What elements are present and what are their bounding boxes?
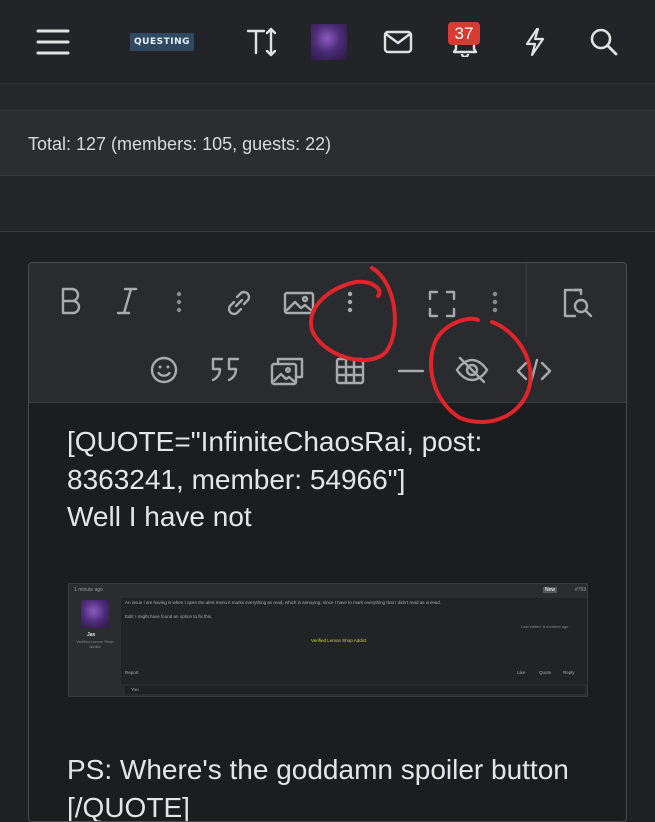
notification-count-badge[interactable]: 37 (448, 22, 480, 45)
spacer-band (0, 84, 655, 110)
embedded-new-label: New (543, 587, 558, 593)
spacer-band (0, 176, 655, 232)
content-line: PS: Where's the goddamn spoiler button (67, 754, 569, 785)
table-icon[interactable] (333, 354, 367, 388)
content-line: [/QUOTE] (67, 791, 190, 822)
lightning-icon[interactable] (515, 22, 555, 62)
content-line: Well I have not (67, 501, 252, 533)
toolbar-divider (526, 263, 527, 337)
post-editor[interactable]: [QUOTE="InfiniteChaosRai, post: 8363241,… (28, 262, 627, 822)
italic-icon[interactable] (109, 283, 145, 319)
preview-icon[interactable] (557, 284, 595, 322)
media-icon[interactable] (269, 353, 305, 389)
embedded-post-body: An issue I am having is when I open the … (121, 598, 587, 684)
link-icon[interactable] (221, 285, 257, 321)
online-users-block: Total: 127 (members: 105, guests: 22) (0, 110, 655, 176)
embedded-reply: Reply (563, 670, 575, 675)
more-vertical-icon[interactable] (338, 287, 362, 317)
embedded-quote: Quote (539, 670, 552, 675)
editor-toolbar-row-2 (29, 337, 626, 403)
embedded-signature: Verified Lemon Shop Addict (311, 638, 367, 643)
embedded-username: Jax (87, 632, 96, 638)
embedded-likes-bar: You (125, 686, 585, 694)
embedded-role: Verified Lemon Shop Addict (76, 639, 114, 649)
fullscreen-icon[interactable] (425, 287, 459, 321)
quote-icon[interactable] (207, 353, 243, 387)
site-logo[interactable]: QUESTING (130, 33, 194, 51)
spoiler-eye-off-icon[interactable] (453, 353, 491, 387)
embedded-screenshot-image[interactable]: 1 minute ago New #793 Jax Verified Lemon… (68, 583, 588, 697)
embedded-post-number: #793 (575, 587, 587, 593)
embedded-like: Like (517, 670, 526, 675)
editor-content[interactable]: [QUOTE="InfiniteChaosRai, post: 8363241,… (67, 423, 607, 536)
editor-ps-line: PS: Where's the goddamn spoiler button [… (67, 751, 569, 822)
embedded-edit-note: Edit: I might have found an option to fi… (125, 614, 213, 619)
avatar[interactable] (311, 24, 347, 60)
code-icon[interactable] (515, 355, 553, 387)
content-line: [QUOTE="InfiniteChaosRai, post: (67, 426, 483, 457)
embedded-report: Report (125, 670, 139, 675)
embedded-edited: Last edited: A moment ago (521, 624, 569, 629)
embedded-likes: You (131, 687, 139, 692)
top-navigation-bar: QUESTING 37 (0, 0, 655, 84)
horizontal-line-icon[interactable] (395, 355, 427, 387)
editor-toolbar-row-1 (29, 263, 626, 337)
bold-icon[interactable] (53, 283, 89, 319)
image-icon[interactable] (281, 285, 317, 321)
online-users-text: Total: 127 (members: 105, guests: 22) (28, 134, 332, 154)
more-vertical-icon[interactable] (167, 287, 191, 317)
more-vertical-icon[interactable] (483, 287, 507, 317)
text-size-icon[interactable] (242, 22, 282, 62)
embedded-time: 1 minute ago (74, 587, 103, 593)
embedded-avatar (81, 600, 109, 628)
content-line: 8363241, member: 54966"] (67, 463, 406, 495)
smiley-icon[interactable] (147, 353, 181, 387)
embedded-message: An issue I am having is when I open the … (125, 600, 442, 605)
envelope-icon[interactable] (378, 22, 418, 62)
search-icon[interactable] (584, 22, 624, 62)
menu-icon[interactable] (33, 22, 73, 62)
